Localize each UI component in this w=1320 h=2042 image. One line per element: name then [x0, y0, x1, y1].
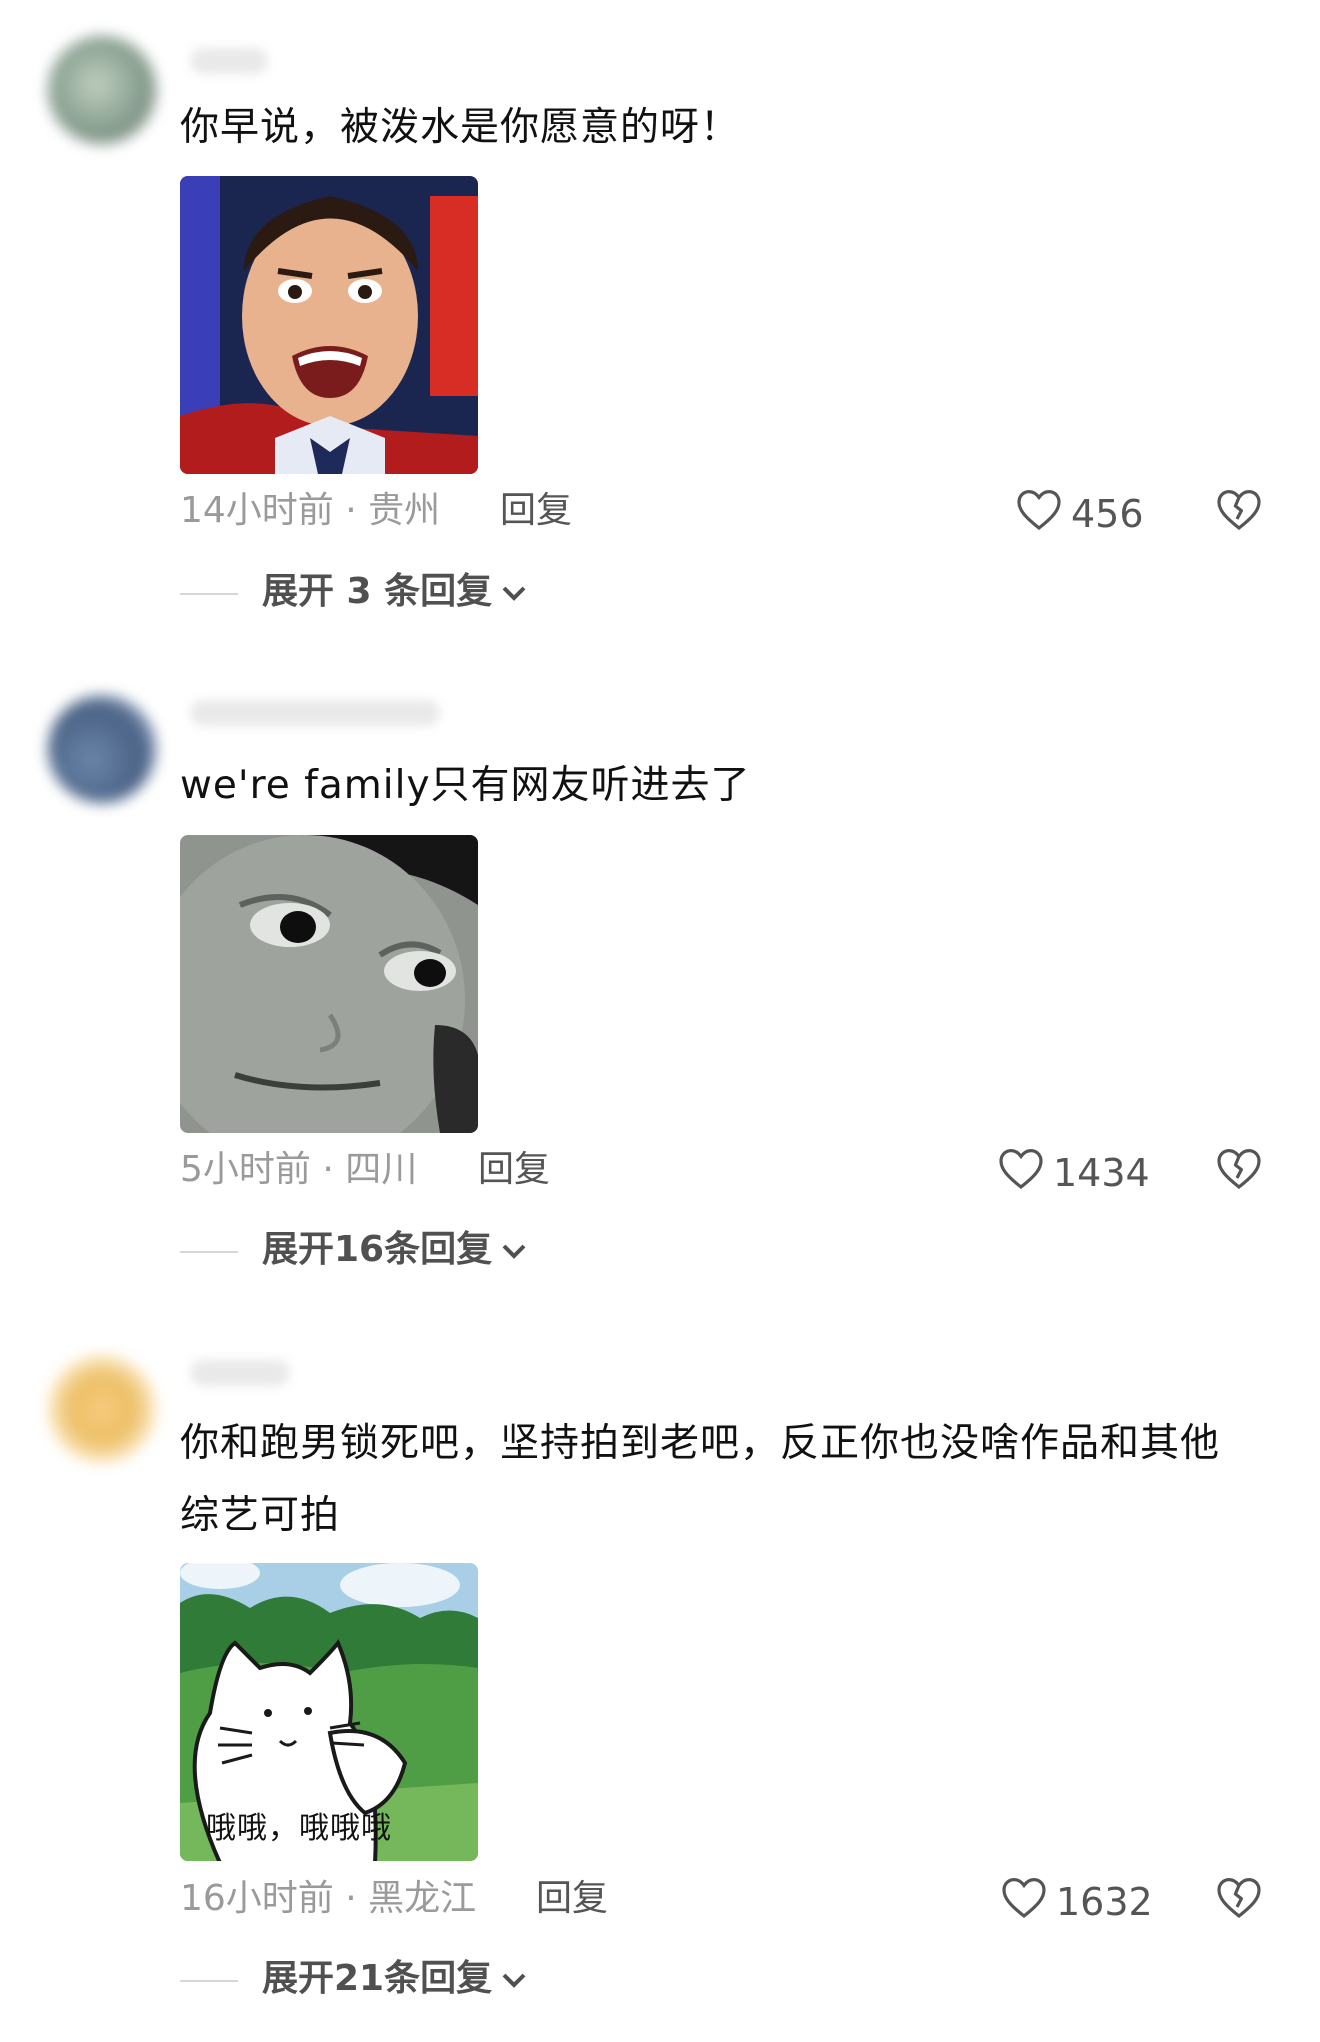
sticker-caption: 哦哦，哦哦哦 [206, 1811, 392, 1846]
username[interactable] [190, 1360, 290, 1386]
reply-button[interactable]: 回复 [536, 1877, 608, 1921]
like-button[interactable]: 456 [1015, 487, 1144, 540]
reply-button[interactable]: 回复 [500, 489, 572, 533]
comment-meta: 5小时前 · 四川 [180, 1149, 418, 1190]
like-button[interactable]: 1434 [997, 1146, 1150, 1199]
comment-text: 你早说，被泼水是你愿意的呀！ [180, 105, 741, 150]
comment-text: 你和跑男锁死吧，坚持拍到老吧，反正你也没啥作品和其他综艺可拍 [180, 1421, 1221, 1538]
expand-divider [180, 1980, 238, 1982]
broken-heart-icon[interactable] [1215, 1146, 1263, 1194]
comment-meta: 16小时前 · 黑龙江 [180, 1878, 477, 1919]
avatar[interactable] [48, 1355, 156, 1463]
expand-replies-button[interactable]: 展开16条回复 [262, 1228, 528, 1272]
heart-outline-icon [997, 1146, 1045, 1199]
username[interactable] [190, 48, 268, 74]
expand-label: 展开21条回复 [262, 1958, 493, 1999]
broken-heart-icon[interactable] [1215, 487, 1263, 535]
expand-replies-button[interactable]: 展开21条回复 [262, 1957, 528, 2001]
heart-outline-icon [1015, 487, 1063, 540]
expand-divider [180, 1251, 238, 1253]
avatar[interactable] [48, 695, 156, 803]
avatar[interactable] [48, 36, 156, 144]
comment-text: we're family只有网友听进去了 [180, 763, 751, 808]
like-button[interactable]: 1632 [1000, 1875, 1153, 1928]
like-count: 1632 [1056, 1879, 1153, 1924]
chevron-down-icon [500, 570, 528, 614]
expand-divider [180, 593, 238, 595]
expand-label: 展开 3 条回复 [262, 571, 493, 612]
comment-meta: 14小时前 · 贵州 [180, 490, 441, 531]
sticker-image[interactable] [180, 835, 478, 1133]
sticker-image[interactable] [180, 176, 478, 474]
username[interactable] [190, 700, 440, 726]
expand-label: 展开16条回复 [262, 1229, 493, 1270]
reply-button[interactable]: 回复 [478, 1148, 550, 1192]
broken-heart-icon[interactable] [1215, 1875, 1263, 1923]
chevron-down-icon [500, 1228, 528, 1272]
like-count: 456 [1071, 491, 1144, 536]
expand-replies-button[interactable]: 展开 3 条回复 [262, 570, 528, 614]
chevron-down-icon [500, 1957, 528, 2001]
like-count: 1434 [1053, 1150, 1150, 1195]
sticker-image[interactable]: 哦哦，哦哦哦 [180, 1563, 478, 1861]
heart-outline-icon [1000, 1875, 1048, 1928]
